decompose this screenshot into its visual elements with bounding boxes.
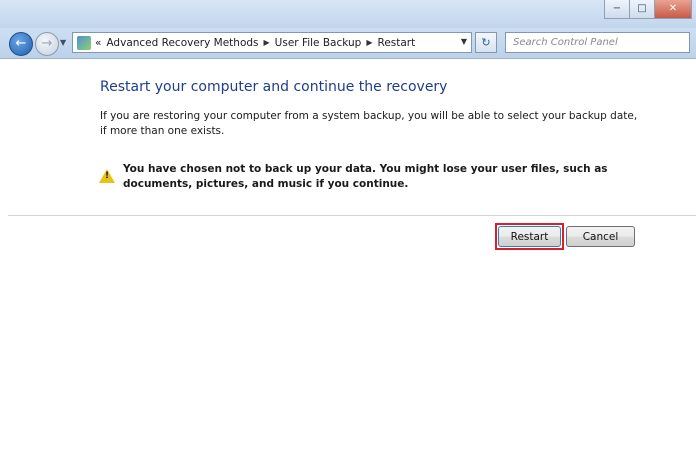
forward-arrow-icon[interactable]: →	[35, 32, 59, 56]
warning-icon: !	[99, 169, 115, 183]
breadcrumb-advanced-recovery-methods[interactable]: Advanced Recovery Methods	[106, 37, 258, 49]
chevron-right-icon[interactable]: ▶	[366, 38, 372, 47]
breadcrumb-user-file-backup[interactable]: User File Backup	[275, 37, 362, 49]
main-content: Restart your computer and continue the r…	[0, 59, 696, 464]
chevron-right-icon[interactable]: ▶	[264, 38, 270, 47]
description-text: If you are restoring your computer from …	[100, 110, 638, 137]
address-bar[interactable]: « Advanced Recovery Methods ▶ User File …	[72, 32, 472, 53]
restart-button[interactable]: Restart	[498, 226, 561, 247]
page-title: Restart your computer and continue the r…	[100, 79, 448, 95]
address-dropdown-icon[interactable]: ▼	[461, 37, 467, 46]
divider	[8, 215, 696, 217]
cancel-button[interactable]: Cancel	[566, 226, 635, 247]
history-dropdown-icon[interactable]: ▼	[60, 38, 66, 47]
close-button[interactable]: ✕	[655, 0, 692, 19]
minimize-button[interactable]: −	[604, 0, 630, 19]
breadcrumb-restart[interactable]: Restart	[378, 37, 416, 49]
navigation-bar: ← → ▼ « Advanced Recovery Methods ▶ User…	[0, 28, 696, 59]
search-input[interactable]	[505, 32, 690, 53]
refresh-icon[interactable]: ↻	[475, 32, 497, 53]
breadcrumb-overflow[interactable]: «	[95, 37, 101, 49]
warning-icon-glyph: !	[105, 171, 110, 181]
window-title-bar: − □ ✕	[0, 0, 696, 28]
warning-message: You have chosen not to back up your data…	[123, 163, 608, 190]
back-arrow-icon[interactable]: ←	[9, 32, 33, 56]
window-controls: − □ ✕	[604, 0, 692, 20]
control-panel-icon	[77, 35, 91, 50]
maximize-button[interactable]: □	[630, 0, 655, 19]
